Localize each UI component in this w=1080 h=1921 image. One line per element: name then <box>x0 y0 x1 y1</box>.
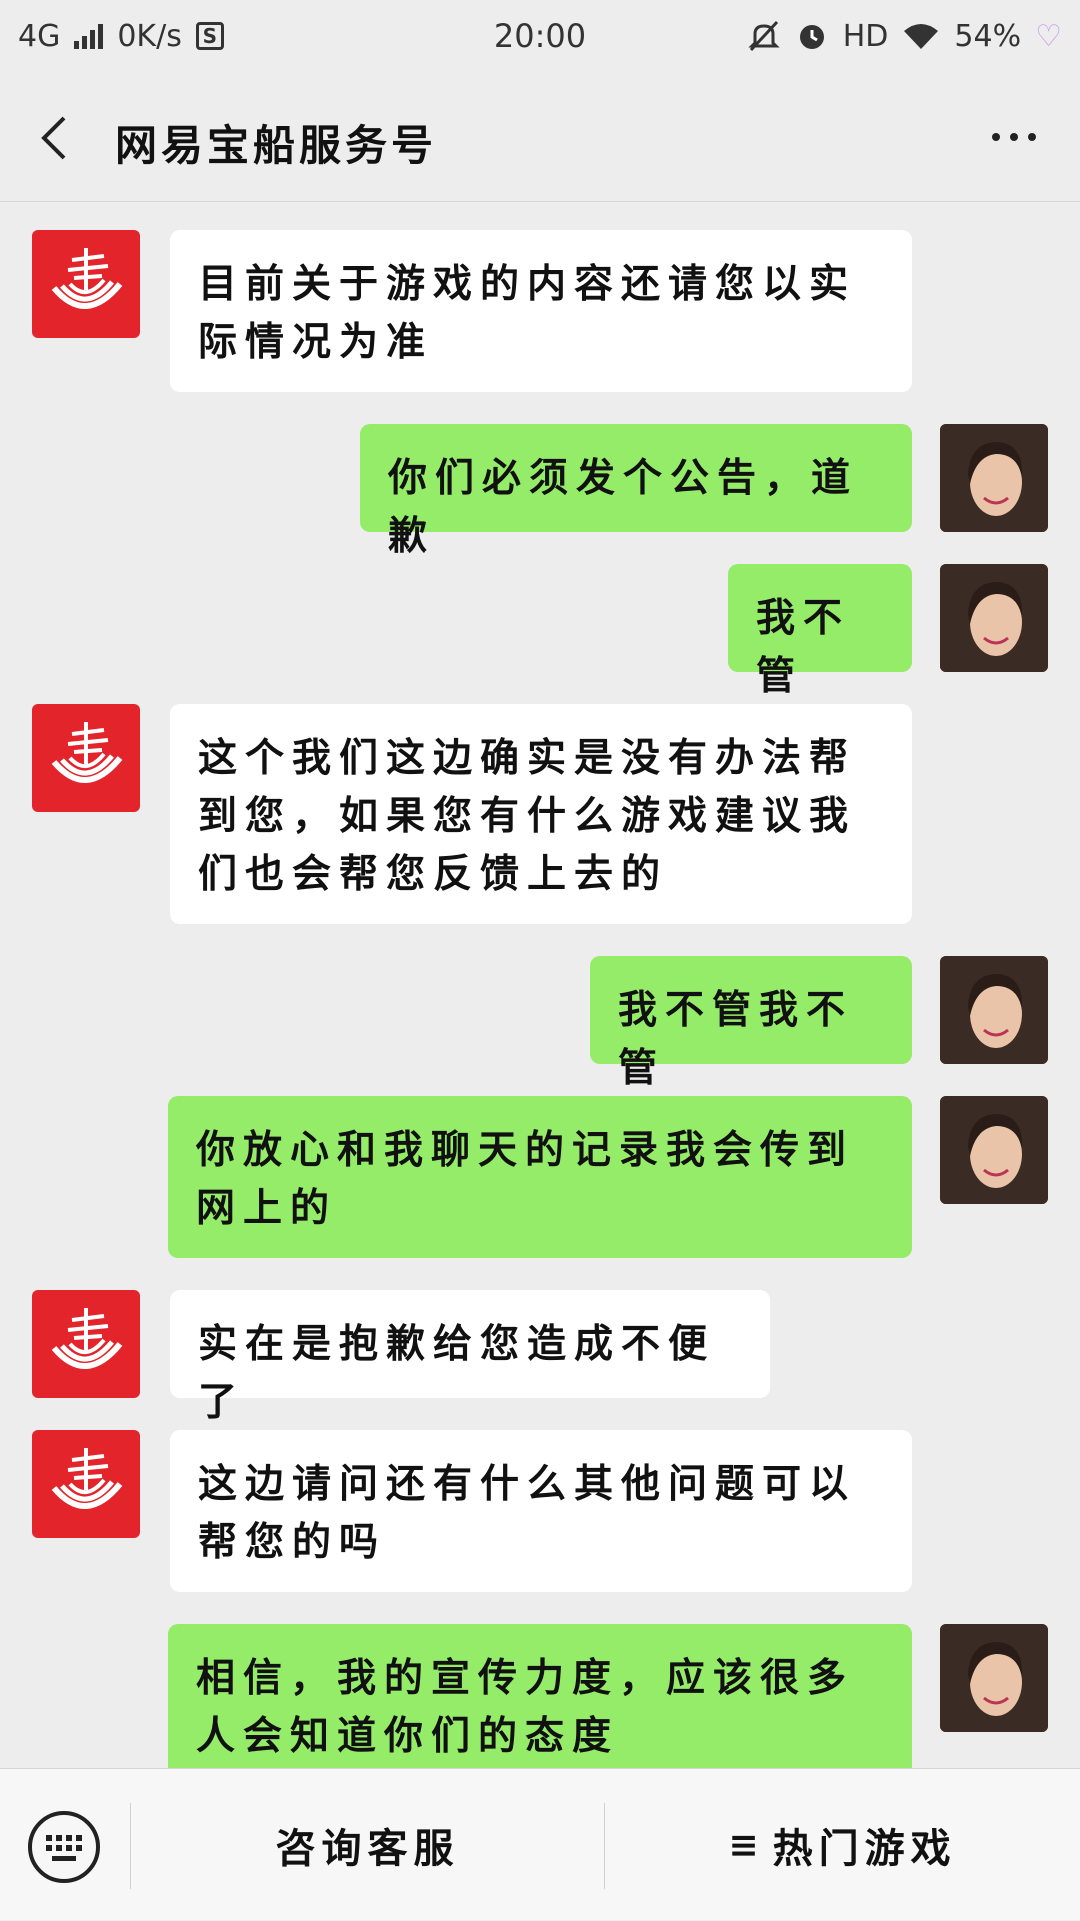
service-menu-bar: 咨询客服 ≡ 热门游戏 <box>0 1768 1080 1920</box>
network-type: 4G <box>18 18 61 54</box>
heart-wings-icon: ♡ <box>1035 18 1062 54</box>
user-avatar[interactable] <box>940 956 1048 1064</box>
chat-header: 网易宝船服务号 <box>0 72 1080 202</box>
consult-service-button[interactable]: 咨询客服 <box>131 1769 604 1921</box>
chat-title: 网易宝船服务号 <box>115 121 438 170</box>
hot-games-button[interactable]: ≡ 热门游戏 <box>605 1769 1080 1921</box>
submenu-icon: ≡ <box>728 1824 759 1866</box>
alarm-icon <box>799 25 824 49</box>
more-options-icon[interactable] <box>988 122 1040 152</box>
user-avatar[interactable] <box>940 1624 1048 1732</box>
message-bubble[interactable]: 实在是抱歉给您造成不便了 <box>170 1290 770 1425</box>
ship-logo-icon <box>51 1448 123 1509</box>
service-avatar[interactable] <box>32 704 140 812</box>
message-bubble[interactable]: 你们必须发个公告，道歉 <box>360 424 912 559</box>
user-avatar[interactable] <box>940 424 1048 532</box>
message-bubble[interactable]: 这边请问还有什么其他问题可以帮您的吗 <box>170 1430 912 1592</box>
back-arrow-icon[interactable] <box>34 112 74 164</box>
hot-games-label: 热门游戏 <box>772 1826 957 1872</box>
user-avatar[interactable] <box>940 1096 1048 1204</box>
message-bubble[interactable]: 相信，我的宣传力度，应该很多人会知道你们的态度 <box>168 1624 912 1786</box>
message-bubble[interactable]: 你放心和我聊天的记录我会传到网上的 <box>168 1096 912 1258</box>
message-bubble[interactable]: 我不管我不管 <box>590 956 912 1091</box>
mute-bell-icon <box>748 20 780 52</box>
message-bubble[interactable]: 我不管 <box>728 564 912 699</box>
ship-logo-icon <box>51 1308 123 1369</box>
service-avatar[interactable] <box>32 230 140 338</box>
user-photo <box>940 424 1048 532</box>
ship-logo-icon <box>51 248 123 309</box>
status-bar: 4G 0K/s S 20:00 HD 54% ♡ <box>0 0 1080 72</box>
message-bubble[interactable]: 这个我们这边确实是没有办法帮到您，如果您有什么游戏建议我们也会帮您反馈上去的 <box>170 704 912 924</box>
message-bubble[interactable]: 目前关于游戏的内容还请您以实际情况为准 <box>170 230 912 392</box>
hd-indicator: HD <box>842 18 889 54</box>
user-photo <box>940 956 1048 1064</box>
user-avatar[interactable] <box>940 564 1048 672</box>
user-photo <box>940 1096 1048 1204</box>
battery-level: 54% <box>954 18 1022 54</box>
user-photo <box>940 1624 1048 1732</box>
app-notification-icon: S <box>195 22 224 50</box>
keyboard-icon[interactable] <box>26 1809 102 1885</box>
service-avatar[interactable] <box>32 1430 140 1538</box>
wifi-icon <box>904 24 939 49</box>
user-photo <box>940 564 1048 672</box>
ship-logo-icon <box>51 722 123 783</box>
consult-service-label: 咨询客服 <box>275 1826 460 1872</box>
network-speed: 0K/s <box>117 18 182 54</box>
signal-icon <box>74 23 104 49</box>
service-avatar[interactable] <box>32 1290 140 1398</box>
